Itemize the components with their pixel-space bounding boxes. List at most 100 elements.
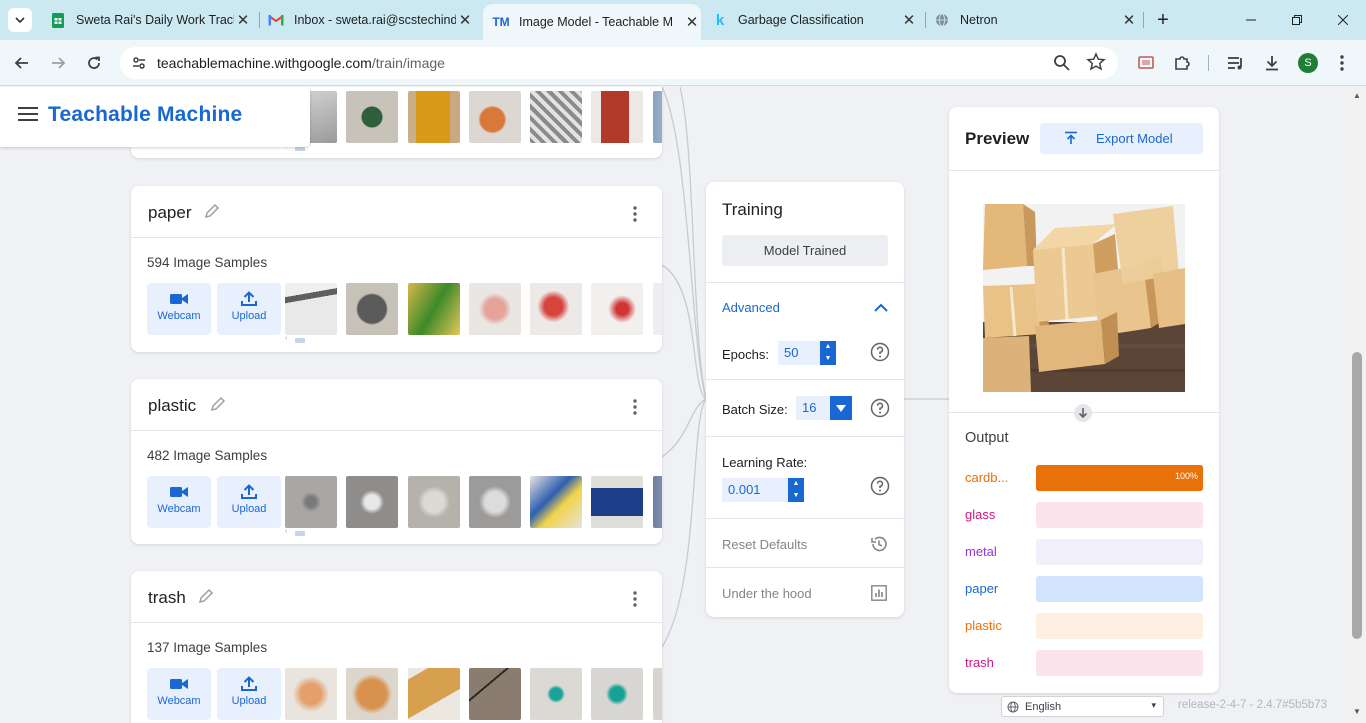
advanced-toggle[interactable]: Advanced — [706, 283, 904, 330]
sample-thumbnails[interactable] — [285, 283, 662, 335]
edit-pencil-icon[interactable] — [209, 395, 227, 413]
restore-button[interactable] — [1274, 6, 1320, 34]
sample-thumbnail[interactable] — [652, 476, 662, 528]
sample-thumbnail[interactable] — [591, 476, 644, 528]
sample-thumbnail[interactable] — [591, 283, 644, 335]
epochs-input[interactable]: 50 — [778, 341, 822, 365]
thumbnail-scrollbar[interactable]: ‹› — [285, 335, 657, 344]
sample-thumbnails[interactable] — [285, 91, 662, 143]
sample-thumbnail[interactable] — [468, 668, 521, 720]
extension-cast-button[interactable] — [1132, 49, 1160, 77]
tab-garbage-classification[interactable]: k Garbage Classification ✕ — [712, 6, 918, 34]
scroll-down-icon[interactable]: ▼ — [1353, 707, 1361, 716]
webcam-button[interactable]: Webcam — [147, 668, 211, 720]
media-control-button[interactable] — [1222, 49, 1250, 77]
profile-avatar[interactable]: S — [1294, 49, 1322, 77]
sample-thumbnail[interactable] — [468, 91, 521, 143]
close-tab-icon[interactable]: ✕ — [456, 11, 474, 29]
help-icon[interactable] — [870, 476, 890, 496]
more-vert-icon[interactable] — [625, 397, 645, 417]
sample-thumbnail[interactable] — [407, 91, 460, 143]
app-logo-text[interactable]: Teachable Machine — [48, 103, 242, 127]
sample-thumbnails[interactable] — [285, 476, 662, 528]
search-icon[interactable] — [1052, 53, 1072, 73]
sample-thumbnail[interactable] — [346, 476, 399, 528]
sample-thumbnail[interactable] — [530, 283, 582, 335]
class-name[interactable]: plastic — [148, 396, 196, 416]
sample-thumbnail[interactable] — [407, 668, 460, 720]
downloads-button[interactable] — [1258, 49, 1286, 77]
sample-thumbnail[interactable] — [407, 283, 460, 335]
sample-thumbnail[interactable] — [530, 668, 582, 720]
sample-thumbnail[interactable] — [591, 91, 644, 143]
sample-thumbnail[interactable] — [530, 91, 582, 143]
edit-pencil-icon[interactable] — [197, 587, 215, 605]
export-model-button[interactable]: Export Model — [1040, 123, 1203, 154]
menu-icon[interactable] — [18, 107, 38, 123]
back-button[interactable] — [8, 49, 36, 77]
class-name[interactable]: paper — [148, 203, 191, 223]
tab-search-button[interactable] — [8, 8, 32, 32]
help-icon[interactable] — [870, 398, 890, 418]
extensions-button[interactable] — [1168, 49, 1196, 77]
upload-button[interactable]: Upload — [217, 476, 281, 528]
batch-size-select[interactable]: 16 — [796, 396, 832, 420]
sample-thumbnail[interactable] — [468, 283, 521, 335]
webcam-button[interactable]: Webcam — [147, 476, 211, 528]
model-trained-button[interactable]: Model Trained — [722, 235, 888, 266]
sample-thumbnail[interactable] — [346, 283, 399, 335]
close-tab-icon[interactable]: ✕ — [900, 11, 918, 29]
bookmark-star-icon[interactable] — [1086, 52, 1106, 72]
reload-button[interactable] — [80, 49, 108, 77]
class-name[interactable]: trash — [148, 588, 186, 608]
help-icon[interactable] — [870, 342, 890, 362]
close-tab-icon[interactable]: ✕ — [1120, 11, 1138, 29]
thumbnail-scrollbar[interactable]: ‹› — [285, 143, 657, 152]
sample-thumbnail[interactable] — [652, 668, 662, 720]
under-the-hood-row[interactable]: Under the hood — [706, 568, 904, 617]
site-info-icon[interactable] — [129, 53, 149, 73]
sample-thumbnail[interactable] — [346, 668, 399, 720]
close-window-button[interactable] — [1320, 6, 1366, 34]
sample-thumbnail[interactable] — [346, 91, 399, 143]
more-vert-icon[interactable] — [625, 204, 645, 224]
thumbnail-scrollbar[interactable]: ‹› — [285, 528, 657, 537]
sample-thumbnail[interactable] — [285, 668, 337, 720]
sample-thumbnail[interactable] — [652, 91, 662, 143]
confidence-bar — [1036, 576, 1203, 602]
batch-size-dropdown[interactable] — [830, 396, 852, 420]
sample-thumbnail[interactable] — [530, 476, 582, 528]
reset-defaults-row[interactable]: Reset Defaults — [706, 519, 904, 568]
epochs-stepper[interactable]: ▲ ▼ — [820, 341, 836, 365]
tab-daily-work-tracker[interactable]: Sweta Rai's Daily Work Track ✕ — [46, 6, 252, 34]
scroll-up-icon[interactable]: ▲ — [1353, 91, 1361, 100]
close-tab-icon[interactable]: ✕ — [234, 11, 252, 29]
close-tab-icon[interactable]: ✕ — [683, 13, 701, 31]
webcam-button[interactable]: Webcam — [147, 283, 211, 335]
learning-rate-stepper[interactable]: ▲ ▼ — [788, 478, 804, 502]
minimize-button[interactable] — [1228, 6, 1274, 34]
address-bar[interactable]: teachablemachine.withgoogle.com/train/im… — [120, 47, 1118, 79]
learning-rate-input[interactable]: 0.001 — [722, 478, 788, 502]
upload-button[interactable]: Upload — [217, 668, 281, 720]
tab-image-model[interactable]: TM Image Model - Teachable M ✕ — [483, 4, 701, 40]
scrollbar-thumb[interactable] — [1352, 352, 1362, 639]
browser-menu-button[interactable] — [1328, 49, 1356, 77]
sample-thumbnails[interactable] — [285, 668, 662, 720]
page-scrollbar[interactable]: ▲ ▼ — [1349, 87, 1366, 723]
tab-inbox[interactable]: Inbox - sweta.rai@scstechind ✕ — [268, 6, 474, 34]
tab-netron[interactable]: Netron ✕ — [934, 6, 1138, 34]
forward-button[interactable] — [44, 49, 72, 77]
sample-thumbnail[interactable] — [591, 668, 644, 720]
sample-thumbnail[interactable] — [285, 283, 337, 335]
sample-thumbnail[interactable] — [285, 476, 337, 528]
language-select[interactable]: English ▾ — [1001, 696, 1164, 717]
sample-thumbnail[interactable] — [468, 476, 521, 528]
confidence-bar — [1036, 650, 1203, 676]
more-vert-icon[interactable] — [625, 589, 645, 609]
sample-thumbnail[interactable] — [652, 283, 662, 335]
new-tab-button[interactable]: + — [1140, 6, 1186, 34]
edit-pencil-icon[interactable] — [203, 202, 221, 220]
sample-thumbnail[interactable] — [407, 476, 460, 528]
upload-button[interactable]: Upload — [217, 283, 281, 335]
